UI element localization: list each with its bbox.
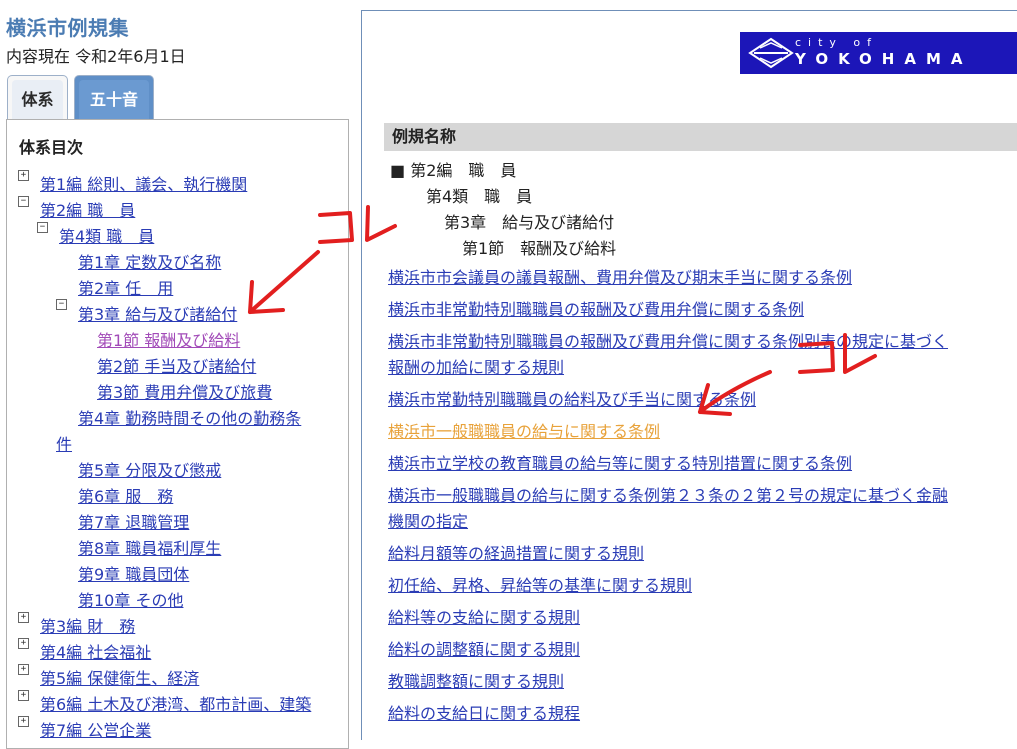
tree-item[interactable]: 第6編 土木及び港湾、都市計画、建築 bbox=[40, 691, 311, 715]
tree-heading: 体系目次 bbox=[19, 138, 84, 157]
ordinance-link[interactable]: 横浜市立学校の教育職員の給与等に関する特別措置に関する条例 bbox=[388, 451, 1008, 477]
list-header: 例規名称 bbox=[384, 123, 1017, 151]
expand-icon[interactable]: + bbox=[18, 170, 29, 181]
tree-item-label[interactable]: 第7章 退職管理 bbox=[78, 513, 189, 532]
ordinance-link[interactable]: 給料の調整額に関する規則 bbox=[388, 637, 1008, 663]
tree-item-wrap[interactable]: 件 bbox=[56, 431, 72, 455]
tree-item[interactable]: 第2章 任 用 bbox=[78, 275, 173, 299]
expand-icon[interactable]: + bbox=[18, 716, 29, 727]
tree-item[interactable]: 第1章 定数及び名称 bbox=[78, 249, 221, 273]
expand-icon[interactable]: + bbox=[18, 690, 29, 701]
ordinance-link-highlighted[interactable]: 横浜市一般職職員の給与に関する条例 bbox=[388, 419, 1008, 445]
tree-item-label[interactable]: 第3編 財 務 bbox=[40, 617, 135, 636]
tree-item-label[interactable]: 第6編 土木及び港湾、都市計画、建築 bbox=[40, 695, 311, 714]
yokohama-logo: city of YOKOHAMA bbox=[740, 32, 1017, 74]
tree-item-label[interactable]: 第1編 総則、議会、執行機関 bbox=[40, 175, 247, 194]
city-emblem-icon bbox=[748, 37, 794, 69]
tree-item[interactable]: 第2編 職 員 bbox=[40, 197, 135, 221]
tree-item[interactable]: 第8章 職員福利厚生 bbox=[78, 535, 221, 559]
tree-item-label[interactable]: 第8章 職員福利厚生 bbox=[78, 539, 221, 558]
updated-date: 内容現在 令和2年6月1日 bbox=[6, 47, 186, 66]
tree-item-label[interactable]: 第5章 分限及び懲戒 bbox=[78, 461, 221, 480]
context-level-1: ■ 第2編 職 員 bbox=[390, 161, 517, 180]
tree-item[interactable]: 第2節 手当及び諸給付 bbox=[97, 353, 256, 377]
expand-icon[interactable]: + bbox=[18, 638, 29, 649]
tree-item-label[interactable]: 第5編 保健衛生、経済 bbox=[40, 669, 199, 688]
tree-item-label[interactable]: 第4章 勤務時間その他の勤務条 bbox=[78, 409, 301, 428]
tree-item-label[interactable]: 第6章 服 務 bbox=[78, 487, 173, 506]
logo-name: YOKOHAMA bbox=[795, 50, 973, 68]
ordinance-link[interactable]: 給料等の支給に関する規則 bbox=[388, 605, 1008, 631]
tree-item-label[interactable]: 第9章 職員団体 bbox=[78, 565, 189, 584]
ordinance-link[interactable]: 横浜市非常勤特別職職員の報酬及び費用弁償に関する条例別表の規定に基づく bbox=[388, 329, 1008, 355]
tree-item-label[interactable]: 第1節 報酬及び給料 bbox=[97, 331, 240, 350]
tree-item[interactable]: 第6章 服 務 bbox=[78, 483, 173, 507]
tab-gojuon[interactable]: 五十音 bbox=[74, 75, 154, 119]
ordinance-link[interactable]: 給料月額等の経過措置に関する規則 bbox=[388, 541, 1008, 567]
tree-item-label[interactable]: 第2編 職 員 bbox=[40, 201, 135, 220]
context-level-2: 第4類 職 員 bbox=[426, 187, 533, 206]
tree-item[interactable]: 第7章 退職管理 bbox=[78, 509, 189, 533]
tab-system[interactable]: 体系 bbox=[7, 75, 68, 119]
tree-item[interactable]: 第5章 分限及び懲戒 bbox=[78, 457, 221, 481]
tree-item-selected[interactable]: 第1節 報酬及び給料 bbox=[97, 327, 240, 351]
context-level-3: 第3章 給与及び諸給付 bbox=[444, 213, 615, 232]
ordinance-link[interactable]: 初任給、昇格、昇給等の基準に関する規則 bbox=[388, 573, 1008, 599]
ordinance-link[interactable]: 横浜市市会議員の議員報酬、費用弁償及び期末手当に関する条例 bbox=[388, 265, 1008, 291]
tree-item[interactable]: 第3章 給与及び諸給付 bbox=[78, 301, 237, 325]
ordinance-link-cont[interactable]: 機関の指定 bbox=[388, 509, 1008, 535]
tree-item-label[interactable]: 第7編 公営企業 bbox=[40, 721, 151, 740]
tree-item-label[interactable]: 第2節 手当及び諸給付 bbox=[97, 357, 256, 376]
context-level-4: 第1節 報酬及び給料 bbox=[462, 239, 617, 258]
tree-item-label[interactable]: 第4類 職 員 bbox=[59, 227, 154, 246]
content-pane: city of YOKOHAMA 例規名称 ■ 第2編 職 員 第4類 職 員 … bbox=[361, 10, 1017, 740]
collapse-icon[interactable]: − bbox=[18, 196, 29, 207]
tree-item-label[interactable]: 第1章 定数及び名称 bbox=[78, 253, 221, 272]
tab-system-label: 体系 bbox=[12, 80, 63, 119]
ordinance-link-cont[interactable]: 報酬の加給に関する規則 bbox=[388, 355, 1008, 381]
tree-item-label[interactable]: 第3節 費用弁償及び旅費 bbox=[97, 383, 272, 402]
tree-item[interactable]: 第7編 公営企業 bbox=[40, 717, 151, 741]
ordinance-link[interactable]: 横浜市一般職職員の給与に関する条例第２３条の２第２号の規定に基づく金融 bbox=[388, 483, 1008, 509]
tree-item[interactable]: 第3節 費用弁償及び旅費 bbox=[97, 379, 272, 403]
tree-item[interactable]: 第9章 職員団体 bbox=[78, 561, 189, 585]
tree-item[interactable]: 第5編 保健衛生、経済 bbox=[40, 665, 199, 689]
collapse-icon[interactable]: − bbox=[56, 299, 67, 310]
expand-icon[interactable]: + bbox=[18, 612, 29, 623]
tree-item-label[interactable]: 件 bbox=[56, 435, 72, 454]
tree-item-label[interactable]: 第10章 その他 bbox=[78, 591, 183, 610]
tree-item[interactable]: 第4類 職 員 bbox=[59, 223, 154, 247]
logo-city-of: city of bbox=[795, 36, 879, 49]
expand-icon[interactable]: + bbox=[18, 664, 29, 675]
tree-item[interactable]: 第1編 総則、議会、執行機関 bbox=[40, 171, 247, 195]
tree-item-label[interactable]: 第4編 社会福祉 bbox=[40, 643, 151, 662]
tree-item-label[interactable]: 第2章 任 用 bbox=[78, 279, 173, 298]
left-pane: 横浜市例規集 内容現在 令和2年6月1日 体系 五十音 体系目次 + 第1編 総… bbox=[0, 0, 362, 749]
ordinance-link[interactable]: 横浜市非常勤特別職職員の報酬及び費用弁償に関する条例 bbox=[388, 297, 1008, 323]
tree-item[interactable]: 第4章 勤務時間その他の勤務条 bbox=[78, 405, 301, 429]
tree-item[interactable]: 第10章 その他 bbox=[78, 587, 183, 611]
app-title: 横浜市例規集 bbox=[6, 16, 129, 40]
collapse-icon[interactable]: − bbox=[37, 222, 48, 233]
tree-item[interactable]: 第4編 社会福祉 bbox=[40, 639, 151, 663]
ordinance-link[interactable]: 横浜市常勤特別職職員の給料及び手当に関する条例 bbox=[388, 387, 1008, 413]
tree-panel: 体系目次 + 第1編 総則、議会、執行機関 − 第2編 職 員 − 第4類 職 … bbox=[6, 119, 349, 749]
ordinance-link[interactable]: 給料の支給日に関する規程 bbox=[388, 701, 1008, 727]
tab-gojuon-label: 五十音 bbox=[79, 80, 149, 119]
tree-item-label[interactable]: 第3章 給与及び諸給付 bbox=[78, 305, 237, 324]
tree-item[interactable]: 第3編 財 務 bbox=[40, 613, 135, 637]
ordinance-link[interactable]: 教職調整額に関する規則 bbox=[388, 669, 1008, 695]
